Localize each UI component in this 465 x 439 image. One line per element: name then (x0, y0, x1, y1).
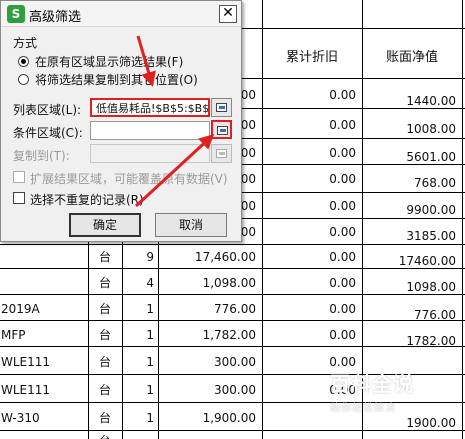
depreciation-cell: 0.00 (329, 355, 356, 369)
net-value-cell: 1098.00 (406, 280, 456, 294)
ok-button[interactable]: 确定 (69, 213, 141, 237)
name-cell: WLE111 (1, 355, 51, 369)
unique-records-checkbox[interactable] (13, 192, 25, 204)
cancel-button[interactable]: 取消 (155, 213, 227, 237)
qty-cell: 1 (146, 383, 154, 397)
net-value-cell: 17460.00 (398, 254, 456, 268)
depreciation-cell: 0.00 (329, 172, 356, 186)
watermark-title: 百科全说 (330, 372, 414, 396)
header-accumulated-depreciation: 累计折旧 (285, 50, 338, 65)
net-value-cell: 5601.00 (406, 150, 456, 164)
depreciation-cell: 0.00 (329, 302, 356, 316)
depreciation-cell: 0.00 (329, 88, 356, 102)
list-range-label: 列表区域(L): (13, 103, 82, 117)
radio-copy-to-location[interactable] (18, 74, 29, 85)
range-select-icon (216, 149, 227, 158)
qty-cell: 1 (146, 328, 154, 342)
net-value-cell: 9900.00 (406, 203, 456, 217)
range-select-icon (216, 103, 227, 112)
extend-results-label[interactable]: 扩展结果区域，可能覆盖原有数据(V) (30, 170, 228, 187)
depreciation-cell: 0.00 (329, 250, 356, 264)
criteria-range-picker-button[interactable] (211, 120, 232, 139)
list-range-picker-button[interactable] (211, 98, 232, 117)
unit-cell: 台 (98, 383, 111, 397)
range-select-icon (217, 126, 228, 135)
mode-group-label: 方式 (13, 36, 38, 50)
name-cell: WLE111 (1, 383, 51, 397)
qty-cell: 1 (146, 411, 154, 425)
grid-row-line (0, 294, 465, 295)
qty-cell: 4 (146, 276, 154, 290)
qty-cell: 1 (146, 302, 154, 316)
dialog-titlebar[interactable]: S 高级筛选 ✕ (1, 1, 241, 27)
dialog-title: 高级筛选 (29, 10, 82, 25)
net-value-cell: 768.00 (414, 176, 456, 190)
grid-row-line (0, 244, 465, 245)
depreciation-cell: 0.00 (329, 118, 356, 132)
criteria-range-input[interactable] (90, 121, 210, 140)
depreciation-cell: 0.00 (329, 146, 356, 160)
unique-records-label[interactable]: 选择不重复的记录(R) (30, 191, 144, 208)
watermark: 百科全说 助你轻松解决 (330, 368, 440, 414)
qty-cell: 9 (146, 250, 154, 264)
wps-app-icon: S (7, 5, 25, 23)
copy-to-picker-button[interactable] (211, 144, 232, 163)
radio-filter-in-place[interactable] (18, 56, 29, 67)
watermark-subtitle: 助你轻松解决 (330, 403, 396, 414)
depreciation-cell: 0.00 (329, 276, 356, 290)
header-net-book-value: 账面净值 (385, 50, 438, 65)
option-copy-to-location-label[interactable]: 将筛选结果复制到其它位置(O) (35, 71, 198, 88)
unit-cell: 台 (98, 355, 111, 369)
unit-cell: 台 (98, 411, 111, 425)
amount-cell: 17,460.00 (194, 250, 256, 264)
depreciation-cell: 0.00 (329, 199, 356, 213)
close-button[interactable]: ✕ (219, 5, 237, 23)
amount-cell: 300.00 (214, 383, 256, 397)
option-filter-in-place-label[interactable]: 在原有区域显示筛选结果(F) (35, 53, 183, 70)
net-value-cell: 1900.00 (406, 416, 456, 430)
qty-cell: 1 (146, 355, 154, 369)
name-cell: 2019A (1, 302, 40, 316)
amount-cell: 1,782.00 (202, 328, 256, 342)
name-cell: MFP (1, 328, 26, 342)
extend-results-checkbox[interactable] (13, 171, 25, 183)
net-value-cell: 1440.00 (406, 94, 456, 108)
copy-to-label: 复制到(T): (13, 149, 70, 163)
advanced-filter-dialog: S 高级筛选 ✕ 方式 在原有区域显示筛选结果(F) 将筛选结果复制到其它位置(… (0, 0, 242, 242)
unit-cell: 台 (98, 328, 111, 342)
depreciation-cell: 0.00 (329, 328, 356, 342)
name-cell: W-310 (1, 411, 40, 425)
grid-row-line (0, 268, 465, 269)
amount-cell: 776.00 (214, 302, 256, 316)
list-range-input[interactable]: 低值易耗品!$B$5:$B$ (90, 98, 210, 117)
criteria-range-label: 条件区域(C): (13, 126, 83, 140)
unit-cell: 台 (98, 250, 111, 264)
amount-cell: 1,900.00 (202, 411, 256, 425)
net-value-cell: 776.00 (414, 308, 456, 322)
net-value-cell: 1008.00 (406, 122, 456, 136)
grid-row-line (0, 430, 465, 431)
net-value-cell: 3185.00 (406, 229, 456, 243)
amount-cell: 300.00 (214, 355, 256, 369)
unit-cell: 台 (88, 434, 122, 439)
amount-cell: 1,098.00 (202, 276, 256, 290)
net-value-cell: 1782.00 (406, 334, 456, 348)
depreciation-cell: 0.00 (329, 225, 356, 239)
copy-to-input[interactable] (90, 144, 210, 163)
unit-cell: 台 (98, 276, 111, 290)
unit-cell: 台 (98, 302, 111, 316)
